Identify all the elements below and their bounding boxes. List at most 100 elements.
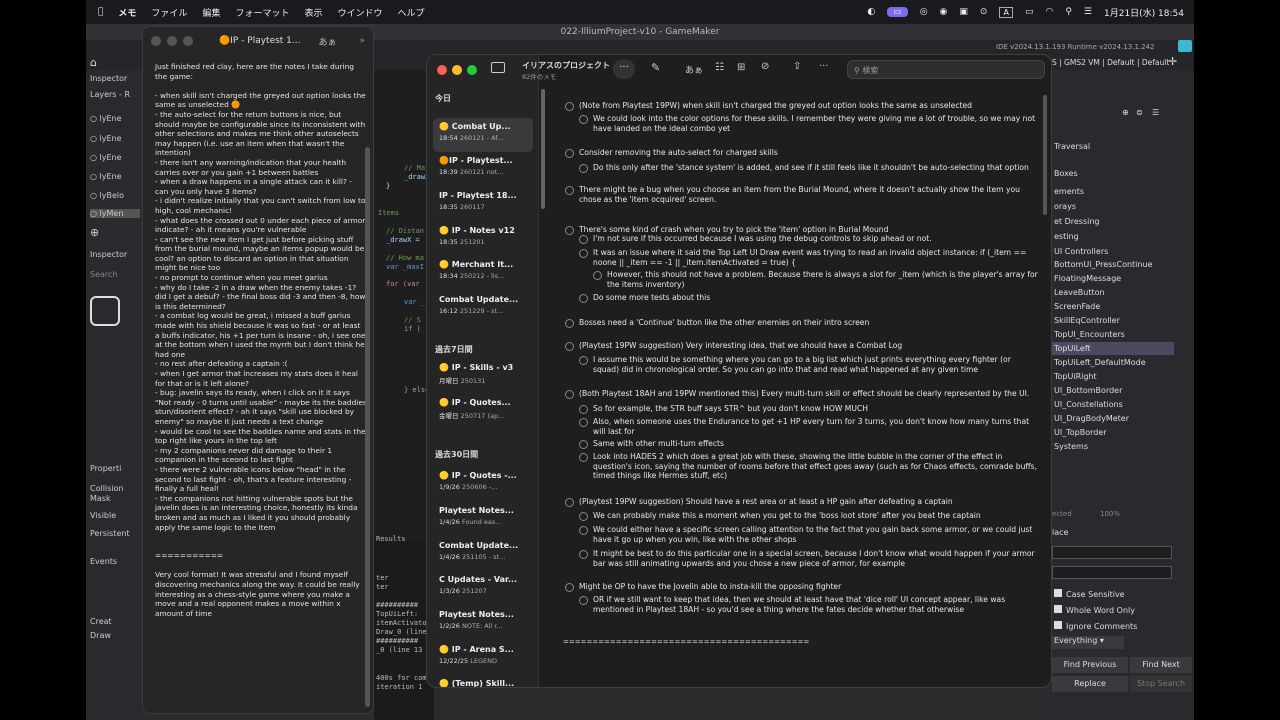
checklist-checkbox[interactable] [565, 583, 574, 592]
note-list-item[interactable]: 🟡 Merchant It... 18:34 250212 - lis... [433, 256, 533, 290]
wifi-icon[interactable]: ◠ [1045, 7, 1053, 17]
case-sensitive-checkbox[interactable]: Case Sensitive [1054, 589, 1125, 599]
asset-item[interactable]: BottomUi_PressContinue [1052, 258, 1174, 271]
asset-item[interactable]: UI Controllers [1052, 245, 1174, 258]
minimize-button[interactable] [452, 65, 462, 75]
checklist-checkbox[interactable] [579, 440, 588, 449]
object-sprite-box[interactable] [90, 296, 120, 326]
properties-label[interactable]: Properti [90, 464, 121, 473]
checklist-checkbox[interactable] [579, 356, 588, 365]
stop-search-button[interactable]: Stop Search [1130, 676, 1192, 692]
layer-item[interactable]: ○ lyEne [90, 134, 122, 143]
more-icon[interactable]: ··· [613, 59, 635, 79]
add-asset-icon[interactable]: ⊕ [1122, 108, 1129, 117]
asset-item[interactable]: LeaveButton [1052, 286, 1174, 299]
minimize-button[interactable] [167, 36, 177, 46]
control-center-icon[interactable]: ☰ [1084, 7, 1092, 17]
checklist-checkbox[interactable] [579, 512, 588, 521]
note-list-item[interactable]: Combat Update... 1/4/26 251105 - st... [433, 537, 533, 571]
whole-word-checkbox[interactable]: Whole Word Only [1054, 605, 1135, 615]
menu-file[interactable]: ファイル [151, 6, 187, 19]
asset-item[interactable]: UI_DragBodyMeter [1052, 412, 1174, 425]
asset-item[interactable]: Systems [1052, 440, 1174, 453]
checklist-checkbox[interactable] [579, 418, 588, 427]
checklist-item-text[interactable]: So for example, the STR buff says STR^ b… [593, 404, 1039, 414]
note-list-item[interactable]: 🟡 IP - Notes v12 18:35 251201 [433, 222, 533, 256]
note-scrollbar[interactable] [365, 147, 370, 707]
layer-item[interactable]: ○ lyEne [90, 153, 122, 162]
status-icon[interactable]: ◐ [867, 7, 875, 17]
checklist-checkbox[interactable] [565, 186, 574, 195]
search-scope-select[interactable]: Everything ▾ [1052, 636, 1124, 649]
format-button[interactable]: あぁ [319, 35, 337, 48]
checklist-item-text[interactable]: Bosses need a 'Continue' button like the… [579, 318, 1039, 328]
editor-scrollbar[interactable] [1043, 95, 1047, 215]
replace-field[interactable]: lace [1052, 528, 1068, 537]
checklist-checkbox[interactable] [565, 498, 574, 507]
checklist-item-text[interactable]: It was an issue where it said the Top Le… [593, 248, 1039, 267]
asset-item[interactable]: UI_TopBorder [1052, 426, 1174, 439]
asset-item[interactable]: TopUI_Encounters [1052, 328, 1174, 341]
code-editor[interactable]: // Ma _drawX } Items // Distan _drawX = … [374, 70, 434, 540]
results-tab[interactable]: Results [376, 535, 406, 543]
tree-icon[interactable]: ☰ [1152, 108, 1159, 117]
checklist-item-text[interactable]: Might be OP to have the Jovelin able to … [579, 582, 1039, 592]
inspector-search[interactable]: Search [90, 270, 117, 279]
apple-icon[interactable]:  [98, 7, 103, 17]
menu-help[interactable]: ヘルプ [398, 6, 425, 19]
checklist-item-text[interactable]: Do some more tests about this [593, 293, 1039, 303]
checklist-icon[interactable]: ☷ [715, 62, 724, 73]
inspector-tab[interactable]: Inspector [90, 74, 127, 83]
layer-item[interactable]: ○ lyBelo [90, 191, 124, 200]
target-settings-icon[interactable]: ✛ [1168, 55, 1177, 68]
checklist-checkbox[interactable] [579, 453, 588, 462]
asset-item[interactable]: ScreenFade [1052, 300, 1174, 313]
checklist-checkbox[interactable] [565, 390, 574, 399]
checklist-checkbox[interactable] [579, 249, 588, 258]
close-button[interactable] [437, 65, 447, 75]
checklist-checkbox[interactable] [579, 526, 588, 535]
filter-icon[interactable]: ⊜ [1136, 108, 1143, 117]
asset-item[interactable]: FloatingMessage [1052, 272, 1174, 285]
checklist-item-text[interactable]: OR if we still want to keep that idea, t… [593, 595, 1039, 614]
asset-item[interactable]: et Dressing [1052, 215, 1174, 228]
note-list-item[interactable]: 🟡 IP - Quotes -... 1/9/26 250606 -... [433, 467, 533, 501]
note-list-item[interactable]: C Updates - Var... 1/3/26 251207 [433, 571, 533, 605]
checklist-checkbox[interactable] [579, 405, 588, 414]
expand-icon[interactable]: » [359, 36, 365, 46]
add-layer-icon[interactable]: ⊕ [90, 226, 99, 239]
checklist-item-text[interactable]: We could look into the color options for… [593, 114, 1039, 133]
checklist-checkbox[interactable] [579, 115, 588, 124]
checklist-item-text[interactable]: There might be a bug when you choose an … [579, 185, 1039, 204]
checklist-checkbox[interactable] [565, 149, 574, 158]
menu-view[interactable]: 表示 [304, 6, 322, 19]
checklist-item-text[interactable]: Also, when someone uses the Endurance to… [593, 417, 1039, 436]
checklist-checkbox[interactable] [565, 319, 574, 328]
attachment-icon[interactable]: ⊘ [761, 61, 769, 72]
inspector-tab-2[interactable]: Inspector [90, 250, 127, 259]
note-list-item[interactable]: IP - Playtest 18... 18:35 260117 [433, 187, 533, 221]
note-list-item[interactable]: 🟡 IP - Skills - v3 月曜日 250131 [433, 359, 533, 393]
checklist-checkbox[interactable] [579, 294, 588, 303]
target-selector[interactable]: S | GMS2 VM | Default | Default [1052, 58, 1169, 67]
checklist-item-text[interactable]: However, this should not have a problem.… [607, 270, 1039, 289]
clock[interactable]: 1月21日(水) 18:54 [1104, 6, 1184, 19]
home-icon[interactable]: ⌂ [90, 56, 97, 69]
sidebar-toggle-icon[interactable] [491, 62, 505, 73]
checklist-checkbox[interactable] [565, 342, 574, 351]
checklist-item-text[interactable]: I'm not sure if this occurred because I … [593, 234, 1039, 244]
find-previous-button[interactable]: Find Previous [1052, 657, 1128, 673]
layer-item[interactable]: ○ lyMen [90, 209, 140, 218]
checklist-item-text[interactable]: Look into HADES 2 which does a great job… [593, 452, 1039, 481]
menu-edit[interactable]: 編集 [202, 6, 220, 19]
asset-item[interactable]: TopUiRight [1052, 370, 1174, 383]
asset-item[interactable]: UI_BottomBorder [1052, 384, 1174, 397]
note-list-item[interactable]: 🟡 (Temp) Skill... [433, 675, 533, 687]
share-icon[interactable]: ⇪ [793, 61, 801, 72]
search-icon[interactable]: ⚲ [1065, 7, 1072, 17]
find-dropdown[interactable] [1052, 546, 1172, 559]
audio-icon[interactable]: ⊙ [980, 7, 988, 17]
event-create[interactable]: Creat [90, 617, 112, 626]
replace-dropdown[interactable] [1052, 566, 1172, 579]
layer-item[interactable]: ○ lyEne [90, 114, 122, 123]
